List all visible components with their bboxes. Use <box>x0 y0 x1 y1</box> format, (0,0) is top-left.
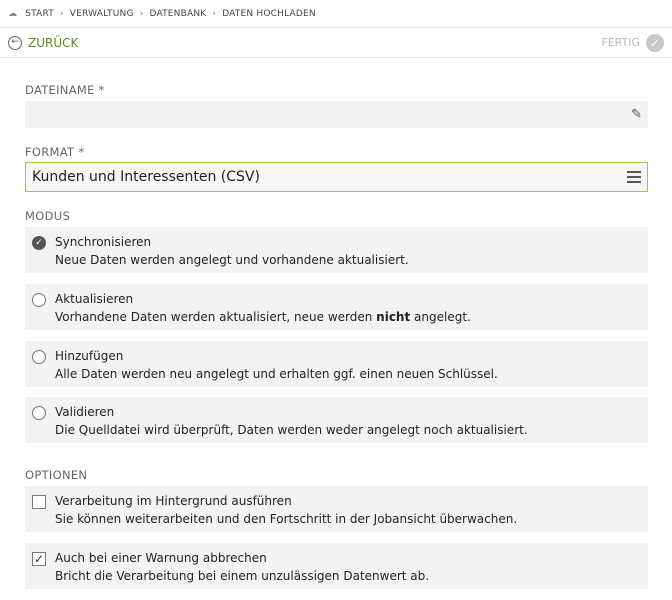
option-description: Sie können weiterarbeiten und den Fortsc… <box>55 512 518 526</box>
mode-option-hinzufuegen[interactable]: Hinzufügen Alle Daten werden neu angeleg… <box>25 341 648 387</box>
radio-checked-icon[interactable]: ✓ <box>32 236 46 250</box>
breadcrumb-item-start[interactable]: START <box>25 9 54 19</box>
mode-title: Synchronisieren <box>55 235 152 249</box>
mode-title: Validieren <box>55 405 115 419</box>
filename-label: DATEINAME * <box>25 83 105 97</box>
mode-description-bold: nicht <box>376 310 411 324</box>
breadcrumb-item-current: DATEN HOCHLADEN <box>222 8 316 19</box>
mode-description-part: Vorhandene Daten werden aktualisiert, ne… <box>55 310 377 324</box>
option-background-processing[interactable]: Verarbeitung im Hintergrund ausführen Si… <box>25 486 648 532</box>
checkbox-checked-icon[interactable]: ✓ <box>32 552 46 566</box>
mode-option-aktualisieren[interactable]: Aktualisieren Vorhandene Daten werden ak… <box>25 284 648 330</box>
mode-description: Neue Daten werden angelegt und vorhanden… <box>55 253 409 267</box>
checkbox-unchecked-icon[interactable] <box>32 495 46 509</box>
arrow-left-icon: ← <box>8 35 22 50</box>
back-label: ZURÜCK <box>28 35 79 50</box>
format-label: FORMAT * <box>25 145 85 159</box>
options-section-label: OPTIONEN <box>25 468 88 482</box>
radio-unchecked-icon[interactable] <box>32 406 46 420</box>
option-abort-on-warning[interactable]: ✓ Auch bei einer Warnung abbrechen Brich… <box>25 543 648 589</box>
mode-description: Vorhandene Daten werden aktualisiert, ne… <box>55 310 471 324</box>
home-icon[interactable]: ☁ <box>8 9 17 19</box>
checkmark-circle-icon: ✓ <box>646 33 664 52</box>
mode-description: Alle Daten werden neu angelegt und erhal… <box>55 367 498 381</box>
option-title: Verarbeitung im Hintergrund ausführen <box>55 494 292 508</box>
mode-option-validieren[interactable]: Validieren Die Quelldatei wird überprüft… <box>25 397 648 443</box>
back-button[interactable]: ← ZURÜCK <box>8 35 79 50</box>
done-button[interactable]: FERTIG ✓ <box>601 33 664 52</box>
breadcrumb-separator-icon: › <box>59 8 64 19</box>
format-select[interactable]: Kunden und Interessenten (CSV) <box>25 162 648 192</box>
breadcrumb-separator-icon: › <box>139 8 144 19</box>
toolbar: ← ZURÜCK FERTIG ✓ <box>0 28 672 58</box>
mode-section-label: MODUS <box>25 209 71 223</box>
mode-description-part: angelegt. <box>410 310 471 324</box>
mode-title: Hinzufügen <box>55 349 124 363</box>
mode-option-synchronisieren[interactable]: ✓ Synchronisieren Neue Daten werden ange… <box>25 227 648 273</box>
filename-input[interactable]: ✎ <box>25 101 648 128</box>
format-value: Kunden und Interessenten (CSV) <box>32 169 260 185</box>
menu-icon[interactable] <box>627 171 641 183</box>
done-label: FERTIG <box>601 36 640 49</box>
radio-unchecked-icon[interactable] <box>32 293 46 307</box>
breadcrumb: ☁ START › VERWALTUNG › DATENBANK › DATEN… <box>0 0 672 28</box>
breadcrumb-separator-icon: › <box>212 8 217 19</box>
option-title: Auch bei einer Warnung abbrechen <box>55 551 267 565</box>
radio-unchecked-icon[interactable] <box>32 350 46 364</box>
option-description: Bricht die Verarbeitung bei einem unzulä… <box>55 569 430 583</box>
mode-description: Die Quelldatei wird überprüft, Daten wer… <box>55 423 528 437</box>
pencil-icon[interactable]: ✎ <box>631 107 642 122</box>
breadcrumb-item-verwaltung[interactable]: VERWALTUNG <box>70 9 134 19</box>
breadcrumb-item-datenbank[interactable]: DATENBANK <box>149 9 206 19</box>
mode-title: Aktualisieren <box>55 292 134 306</box>
